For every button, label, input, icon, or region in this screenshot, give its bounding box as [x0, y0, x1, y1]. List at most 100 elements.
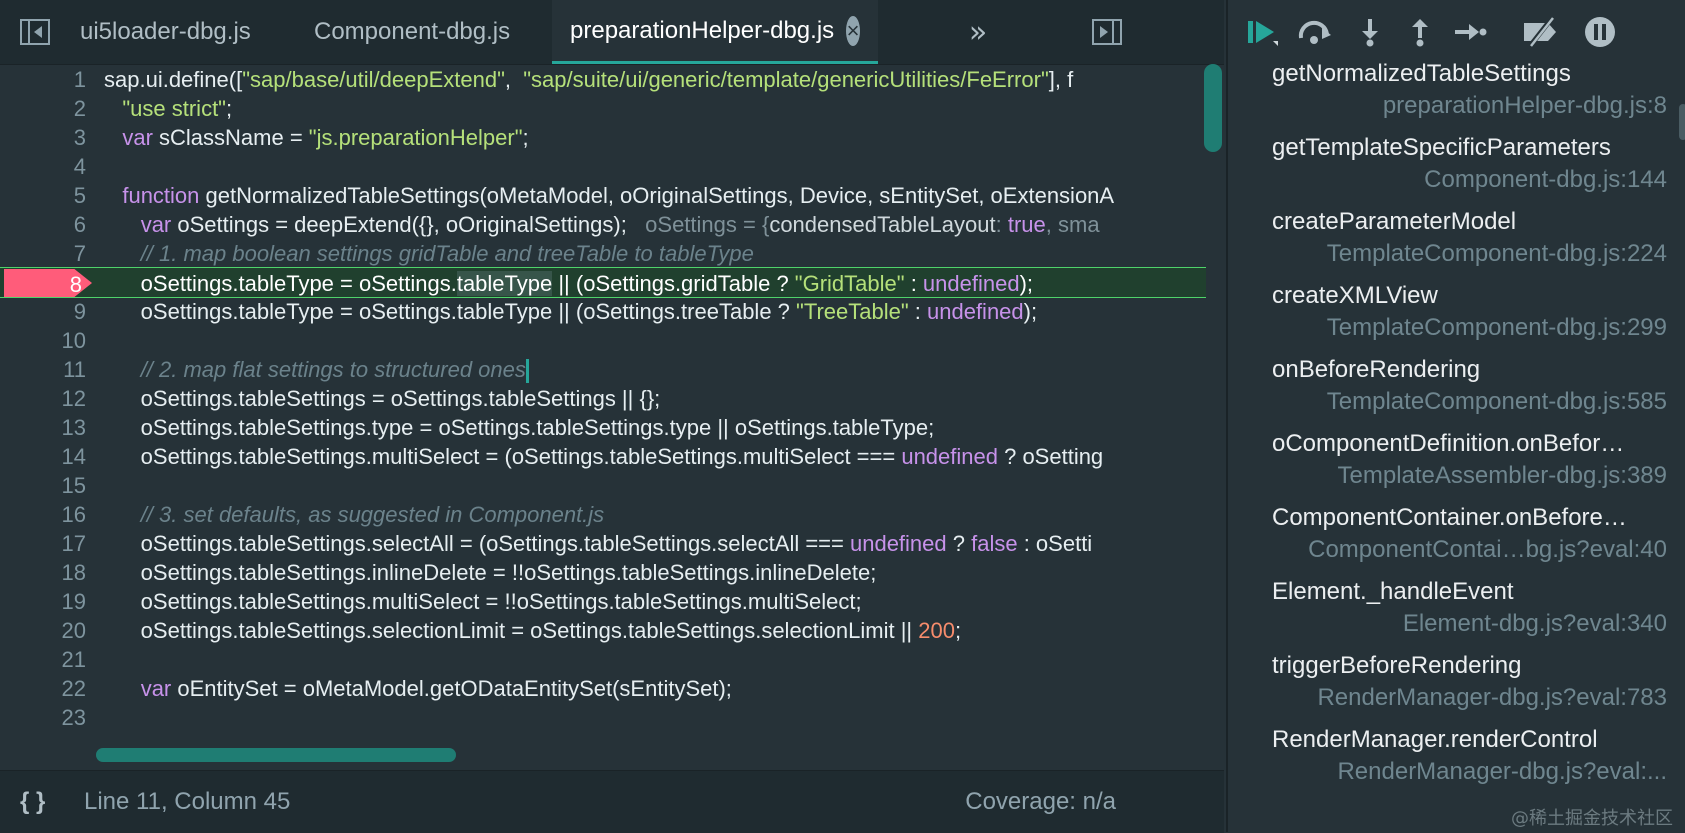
step-out-icon[interactable] [1400, 14, 1440, 50]
call-frame[interactable]: onBeforeRendering TemplateComponent-dbg.j… [1228, 356, 1685, 436]
tab-preparation-helper[interactable]: preparationHelper-dbg.js × [552, 0, 878, 64]
code-token: "GridTable" [794, 271, 905, 296]
line-number[interactable]: 12 [0, 383, 86, 414]
code-line[interactable]: 13 oSettings.tableSettings.type = oSetti… [0, 412, 1206, 443]
step-into-icon[interactable] [1350, 14, 1390, 50]
code-line[interactable]: 18 oSettings.tableSettings.inlineDelete … [0, 557, 1206, 588]
close-icon[interactable]: × [846, 15, 860, 46]
line-number[interactable]: 2 [0, 93, 86, 124]
code-text: sap.ui.define(["sap/base/util/deepExtend… [104, 64, 1206, 95]
line-number[interactable]: 6 [0, 209, 86, 240]
code-token: ; [954, 618, 962, 643]
line-number[interactable]: 16 [0, 499, 86, 530]
step-icon[interactable] [1450, 14, 1490, 50]
code-token: getNormalizedTableSettings(oMetaModel, o… [199, 183, 1115, 208]
code-view[interactable]: 1 sap.ui.define(["sap/base/util/deepExten… [0, 64, 1206, 768]
pretty-print-icon[interactable]: { } [20, 771, 45, 833]
line-number[interactable]: 18 [0, 557, 86, 588]
call-frame-function: RenderManager.renderControl [1272, 726, 1598, 753]
code-token: oSettings = { [645, 212, 770, 237]
code-line[interactable]: 10 [0, 325, 1206, 356]
call-frame-function: getTemplateSpecificParameters [1272, 134, 1611, 161]
pause-on-exceptions-icon[interactable] [1580, 14, 1620, 50]
code-token: oSettings.tableSettings.type = oSettings… [104, 415, 935, 440]
code-line-current[interactable]: 8 oSettings.tableType = oSettings.tableT… [0, 267, 1206, 298]
code-text: // 3. set defaults, as suggested in Comp… [104, 499, 1206, 530]
code-token: : [904, 271, 923, 296]
code-text: var oEntitySet = oMetaModel.getODataEnti… [104, 673, 1206, 704]
code-token: : [908, 299, 927, 324]
call-stack-scrollbar[interactable] [1679, 104, 1685, 140]
tab-component[interactable]: Component-dbg.js [296, 0, 528, 64]
line-number[interactable]: 9 [0, 296, 86, 327]
code-line[interactable]: 4 [0, 151, 1206, 182]
line-number[interactable]: 22 [0, 673, 86, 704]
line-number[interactable]: 10 [0, 325, 86, 356]
code-line[interactable]: 15 [0, 470, 1206, 501]
code-line[interactable]: 21 [0, 644, 1206, 675]
code-text: // 1. map boolean settings gridTable and… [104, 238, 1206, 269]
debugger-pane: getNormalizedTableSettings preparationHel… [1226, 0, 1685, 832]
code-token: // 1. map boolean settings gridTable and… [140, 241, 754, 266]
code-line[interactable]: 17 oSettings.tableSettings.selectAll = (… [0, 528, 1206, 559]
tab-ui5loader[interactable]: ui5loader-dbg.js [62, 0, 269, 64]
watermark: @稀土掘金技术社区 [1511, 808, 1673, 829]
code-line[interactable]: 11 // 2. map flat settings to structured… [0, 354, 1206, 385]
code-line[interactable]: 22 var oEntitySet = oMetaModel.getODataE… [0, 673, 1206, 704]
deactivate-breakpoints-icon[interactable] [1522, 14, 1562, 50]
code-line[interactable]: 5 function getNormalizedTableSettings(oM… [0, 180, 1206, 211]
line-number[interactable]: 13 [0, 412, 86, 443]
call-frame[interactable]: ComponentContainer.onBefore… ComponentCon… [1228, 504, 1685, 584]
tab-bar: ui5loader-dbg.js Component-dbg.js prepar… [0, 0, 1224, 65]
tab-overflow-icon[interactable]: » [958, 14, 998, 50]
code-line[interactable]: 23 [0, 702, 1206, 733]
code-line[interactable]: 16 // 3. set defaults, as suggested in C… [0, 499, 1206, 530]
breakpoint-marker[interactable]: 8 [4, 269, 92, 297]
call-frame[interactable]: getNormalizedTableSettings preparationHel… [1228, 60, 1685, 140]
code-line[interactable]: 12 oSettings.tableSettings = oSettings.t… [0, 383, 1206, 414]
line-number[interactable]: 7 [0, 238, 86, 269]
text-cursor [525, 359, 529, 384]
call-frame[interactable]: RenderManager.renderControl RenderManager… [1228, 726, 1685, 806]
code-line[interactable]: 3 var sClassName = "js.preparationHelper… [0, 122, 1206, 153]
call-frame[interactable]: Element._handleEvent Element-dbg.js?eval:… [1228, 578, 1685, 658]
horizontal-scrollbar[interactable] [96, 748, 456, 762]
line-number[interactable]: 4 [0, 151, 86, 182]
line-number[interactable]: 11 [0, 354, 86, 385]
resume-icon[interactable] [1242, 14, 1282, 50]
line-number[interactable]: 15 [0, 470, 86, 501]
call-frame[interactable]: createParameterModel TemplateComponent-db… [1228, 208, 1685, 288]
debugger-sidebar-toggle-icon[interactable] [1090, 17, 1124, 47]
sidebar-toggle-icon[interactable] [18, 17, 52, 47]
call-frame[interactable]: triggerBeforeRendering RenderManager-dbg.… [1228, 652, 1685, 732]
line-number[interactable]: 1 [0, 64, 86, 95]
call-frame[interactable]: getTemplateSpecificParameters Component-d… [1228, 134, 1685, 214]
vertical-scrollbar[interactable] [1204, 64, 1222, 152]
code-line[interactable]: 9 oSettings.tableType = oSettings.tableT… [0, 296, 1206, 327]
code-token: "TreeTable" [796, 299, 909, 324]
line-number[interactable]: 19 [0, 586, 86, 617]
call-frame[interactable]: createXMLView TemplateComponent-dbg.js:29… [1228, 282, 1685, 362]
code-token: sap.ui.define([ [104, 67, 243, 92]
code-line[interactable]: 20 oSettings.tableSettings.selectionLimi… [0, 615, 1206, 646]
code-token: undefined [849, 531, 947, 556]
line-number[interactable]: 23 [0, 702, 86, 733]
step-over-icon[interactable] [1294, 14, 1334, 50]
call-frame[interactable]: oComponentDefinition.onBefor… TemplateAss… [1228, 430, 1685, 510]
code-line[interactable]: 2 "use strict"; [0, 93, 1206, 124]
code-line[interactable]: 19 oSettings.tableSettings.multiSelect =… [0, 586, 1206, 617]
code-line[interactable]: 7 // 1. map boolean settings gridTable a… [0, 238, 1206, 269]
status-bar: { } Line 11, Column 45 Coverage: n/a [0, 770, 1224, 833]
line-number[interactable]: 3 [0, 122, 86, 153]
line-number[interactable]: 14 [0, 441, 86, 472]
line-number[interactable]: 5 [0, 180, 86, 211]
code-line[interactable]: 14 oSettings.tableSettings.multiSelect =… [0, 441, 1206, 472]
line-number[interactable]: 21 [0, 644, 86, 675]
code-line[interactable]: 6 var oSettings = deepExtend({}, oOrigin… [0, 209, 1206, 240]
line-number[interactable]: 17 [0, 528, 86, 559]
code-line[interactable]: 1 sap.ui.define(["sap/base/util/deepExten… [0, 64, 1206, 95]
line-number[interactable]: 20 [0, 615, 86, 646]
